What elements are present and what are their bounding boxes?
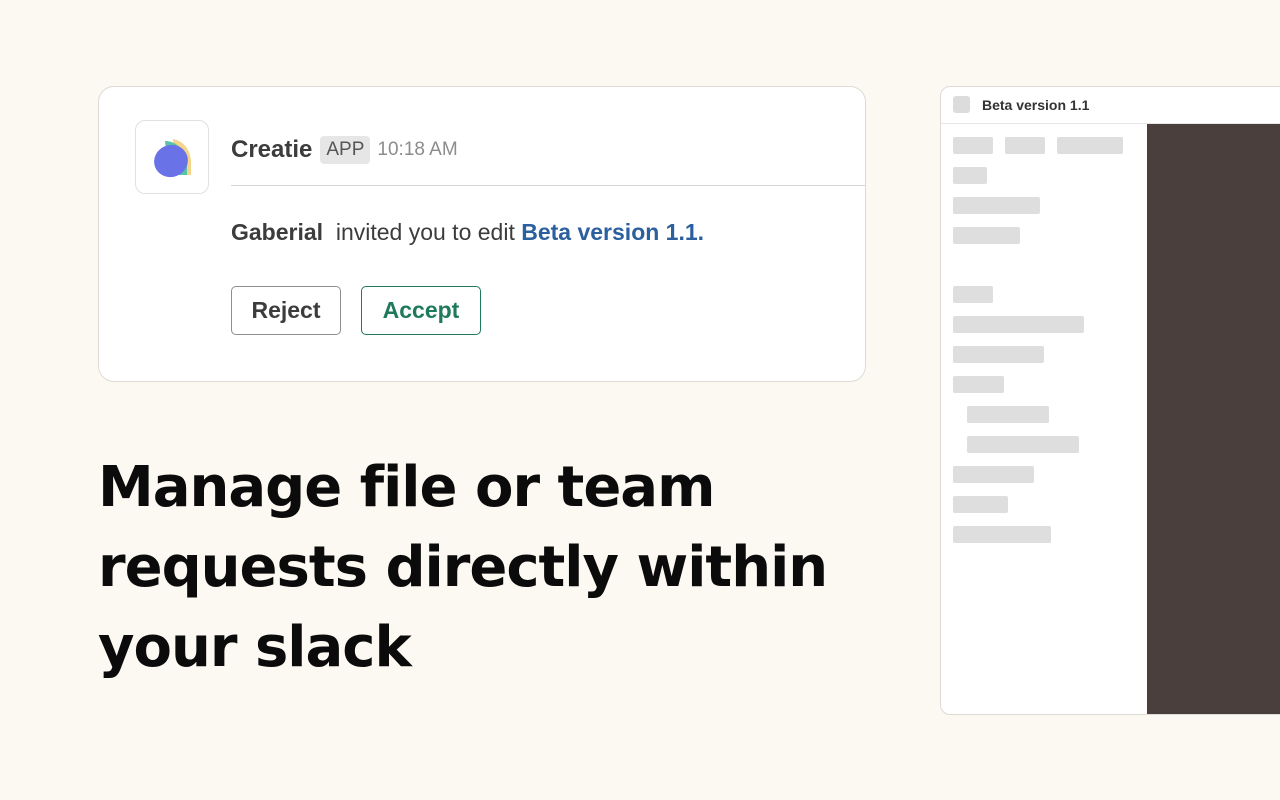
sidebar-placeholder (953, 197, 1040, 214)
app-badge: APP (320, 136, 371, 164)
sidebar-placeholder (953, 316, 1084, 333)
app-preview-window: Beta version 1.1 (940, 86, 1280, 715)
accept-button[interactable]: Accept (361, 286, 481, 335)
sender-name[interactable]: Creatie (231, 136, 312, 164)
file-icon (953, 96, 970, 113)
sidebar-placeholder (953, 346, 1044, 363)
sidebar-placeholder (967, 436, 1079, 453)
sidebar-placeholder (953, 286, 993, 303)
invite-action-text: invited you to edit (335, 219, 515, 245)
sidebar-placeholder (953, 466, 1034, 483)
creatie-app-avatar[interactable] (135, 120, 209, 194)
message-text: Gaberial invited you to edit Beta versio… (231, 219, 704, 246)
sidebar-placeholder (967, 406, 1049, 423)
preview-sidebar (941, 124, 1147, 714)
creatie-logo-icon (154, 139, 191, 178)
sidebar-placeholder (953, 227, 1020, 244)
sidebar-placeholder (1057, 137, 1123, 154)
preview-titlebar: Beta version 1.1 (941, 87, 1280, 124)
message-header: Creatie APP 10:18 AM (231, 135, 458, 165)
file-link[interactable]: Beta version 1.1. (521, 219, 704, 245)
headline: Manage file or team requests directly wi… (98, 455, 828, 680)
inviter-name[interactable]: Gaberial (231, 219, 323, 245)
reject-button[interactable]: Reject (231, 286, 341, 335)
sidebar-placeholder (1005, 137, 1045, 154)
preview-canvas[interactable] (1147, 124, 1280, 714)
sidebar-placeholder (953, 137, 993, 154)
preview-file-title: Beta version 1.1 (982, 97, 1090, 113)
sidebar-placeholder (953, 496, 1008, 513)
sidebar-placeholder (953, 526, 1051, 543)
sidebar-placeholder (953, 167, 987, 184)
sidebar-placeholder (953, 376, 1004, 393)
slack-message-card: Creatie APP 10:18 AM Gaberial invited yo… (98, 86, 866, 382)
message-divider (231, 185, 865, 186)
message-timestamp[interactable]: 10:18 AM (377, 139, 457, 161)
